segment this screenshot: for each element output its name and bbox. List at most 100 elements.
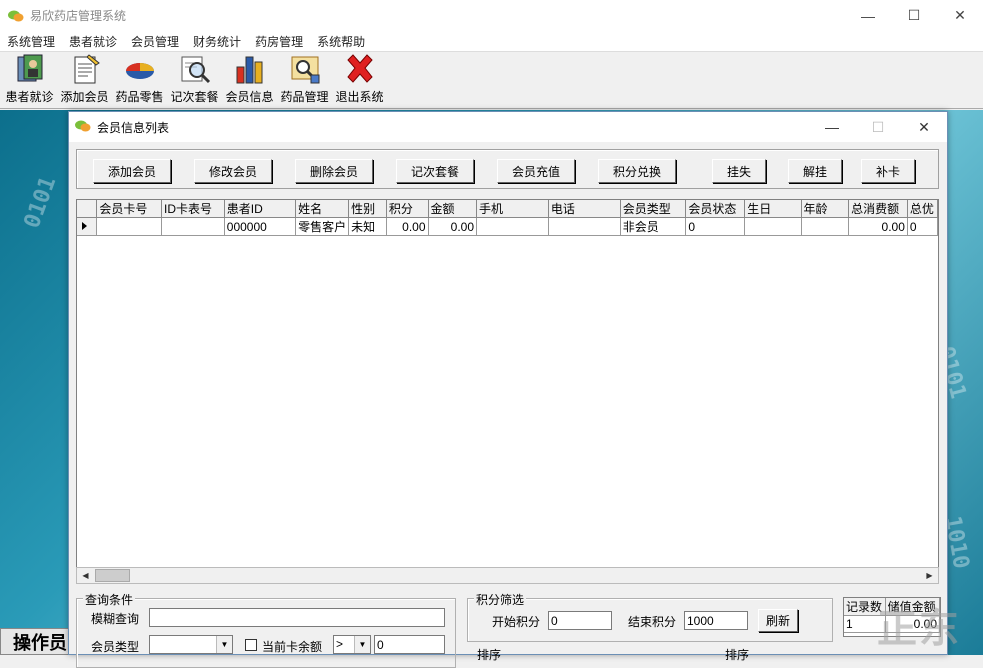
toolbar-member-info-button[interactable]: 会员信息 [222, 52, 277, 108]
menu-patient[interactable]: 患者就诊 [62, 33, 124, 50]
row-selector-arrow-icon[interactable] [77, 218, 97, 236]
grid-header-row: 会员卡号 ID卡表号 患者ID 姓名 性别 积分 金额 手机 电话 会员类型 会… [77, 200, 938, 218]
toolbar-drug-management-button[interactable]: 药品管理 [277, 52, 332, 108]
operator-status-label: 操作员 [0, 628, 70, 655]
column-header[interactable]: 手机 [477, 200, 549, 218]
maximize-button[interactable]: ☐ [891, 0, 937, 31]
cell-birthday[interactable] [745, 218, 801, 236]
column-header[interactable]: 性别 [349, 200, 387, 218]
cell-member-type[interactable]: 非会员 [620, 218, 686, 236]
chevron-down-icon[interactable]: ▼ [216, 636, 232, 653]
cell-age[interactable] [801, 218, 849, 236]
cell-total-spend[interactable]: 0.00 [849, 218, 908, 236]
delete-member-button[interactable]: 删除会员 [295, 159, 373, 183]
column-header[interactable]: 年龄 [801, 200, 849, 218]
cell-patient-id[interactable]: 000000 [224, 218, 295, 236]
member-info-chart-icon [234, 53, 266, 85]
add-member-icon [69, 53, 101, 85]
dialog-logo-icon [75, 119, 91, 136]
cancel-loss-button[interactable]: 解挂 [788, 159, 842, 183]
dialog-title-bar: 会员信息列表 — ☐ ✕ [69, 112, 947, 142]
scroll-right-arrow-icon[interactable]: ▶ [921, 568, 938, 583]
menu-system[interactable]: 系统管理 [0, 33, 62, 50]
column-header[interactable]: 会员卡号 [97, 200, 162, 218]
balance-label: 当前卡余额 [262, 638, 322, 655]
column-header[interactable]: 会员状态 [686, 200, 745, 218]
points-filter-legend: 积分筛选 [474, 591, 526, 608]
column-header[interactable]: 会员类型 [620, 200, 686, 218]
action-button-panel: 添加会员 修改会员 删除会员 记次套餐 会员充值 积分兑换 挂失 解挂 补卡 [76, 149, 939, 189]
close-button[interactable]: ✕ [937, 0, 983, 31]
fuzzy-search-input[interactable] [149, 608, 445, 627]
cell-amount[interactable]: 0.00 [428, 218, 476, 236]
exit-icon [344, 53, 376, 85]
scroll-left-arrow-icon[interactable]: ◀ [77, 568, 94, 583]
query-conditions-legend: 查询条件 [83, 591, 135, 608]
menu-bar: 系统管理 患者就诊 会员管理 财务统计 药房管理 系统帮助 [0, 31, 983, 51]
cell-member-status[interactable]: 0 [686, 218, 745, 236]
package-button[interactable]: 记次套餐 [396, 159, 474, 183]
member-grid[interactable]: 会员卡号 ID卡表号 患者ID 姓名 性别 积分 金额 手机 电话 会员类型 会… [76, 199, 939, 584]
toolbar-retail-button[interactable]: 药品零售 [112, 52, 167, 108]
dialog-close-button[interactable]: ✕ [901, 112, 947, 142]
edit-member-button[interactable]: 修改会员 [194, 159, 272, 183]
member-list-dialog: 会员信息列表 — ☐ ✕ 添加会员 修改会员 删除会员 记次套餐 会员充值 积分… [68, 111, 948, 655]
cell-points[interactable]: 0.00 [386, 218, 428, 236]
cell-name[interactable]: 零售客户 [296, 218, 349, 236]
member-type-select[interactable]: ▼ [149, 635, 233, 654]
grid-horizontal-scrollbar[interactable]: ◀ ▶ [76, 567, 939, 584]
app-title: 易欣药店管理系统 [30, 7, 126, 24]
start-points-input[interactable] [548, 611, 612, 630]
balance-input[interactable] [374, 635, 445, 654]
chevron-down-icon[interactable]: ▼ [354, 636, 370, 653]
column-header[interactable]: 总优 [907, 200, 937, 218]
toolbar-package-button[interactable]: 记次套餐 [167, 52, 222, 108]
dialog-minimize-button[interactable]: — [809, 112, 855, 142]
table-row[interactable]: 000000 零售客户 未知 0.00 0.00 非会员 0 0.00 0 [77, 218, 938, 236]
balance-filter-checkbox[interactable] [245, 639, 257, 651]
retail-chart-icon [124, 53, 156, 85]
column-header[interactable]: 生日 [745, 200, 801, 218]
column-header[interactable]: 金额 [428, 200, 476, 218]
member-type-label: 会员类型 [91, 638, 139, 655]
add-member-button[interactable]: 添加会员 [93, 159, 171, 183]
menu-help[interactable]: 系统帮助 [310, 33, 372, 50]
menu-finance[interactable]: 财务统计 [186, 33, 248, 50]
cell-phone[interactable] [548, 218, 620, 236]
minimize-button[interactable]: — [845, 0, 891, 31]
recharge-button[interactable]: 会员充值 [497, 159, 575, 183]
cell-id-card[interactable] [162, 218, 225, 236]
dialog-title: 会员信息列表 [97, 119, 169, 136]
refresh-button[interactable]: 刷新 [758, 609, 798, 632]
package-search-icon [179, 53, 211, 85]
menu-member[interactable]: 会员管理 [124, 33, 186, 50]
cell-card-no[interactable] [97, 218, 162, 236]
main-title-bar: 易欣药店管理系统 — ☐ ✕ [0, 0, 983, 31]
column-header[interactable]: 积分 [386, 200, 428, 218]
patient-icon [14, 53, 46, 85]
fuzzy-search-label: 模糊查询 [91, 610, 139, 627]
column-header[interactable]: ID卡表号 [162, 200, 225, 218]
toolbar-patient-button[interactable]: 患者就诊 [2, 52, 57, 108]
column-header[interactable]: 总消费额 [849, 200, 908, 218]
replace-card-button[interactable]: 补卡 [861, 159, 915, 183]
query-conditions-group: 查询条件 模糊查询 会员类型 ▼ 当前卡余额 > ▼ [76, 598, 456, 668]
points-exchange-button[interactable]: 积分兑换 [598, 159, 676, 183]
scrollbar-thumb[interactable] [95, 569, 130, 582]
toolbar: 患者就诊 添加会员 药品零售 记次套餐 会员信息 药品管理 退出系统 [0, 51, 983, 109]
menu-pharmacy[interactable]: 药房管理 [248, 33, 310, 50]
report-loss-button[interactable]: 挂失 [712, 159, 766, 183]
column-header[interactable]: 姓名 [296, 200, 349, 218]
toolbar-exit-button[interactable]: 退出系统 [332, 52, 387, 108]
column-header[interactable]: 电话 [548, 200, 620, 218]
app-logo-icon [8, 9, 24, 23]
end-points-label: 结束积分 [628, 613, 676, 630]
balance-operator-select[interactable]: > ▼ [333, 635, 371, 654]
toolbar-add-member-button[interactable]: 添加会员 [57, 52, 112, 108]
end-points-input[interactable] [684, 611, 748, 630]
cell-mobile[interactable] [477, 218, 549, 236]
cell-total-discount[interactable]: 0 [907, 218, 937, 236]
cell-gender[interactable]: 未知 [349, 218, 387, 236]
column-header[interactable]: 患者ID [224, 200, 295, 218]
decorative-binary-text: 0101 [20, 173, 62, 231]
